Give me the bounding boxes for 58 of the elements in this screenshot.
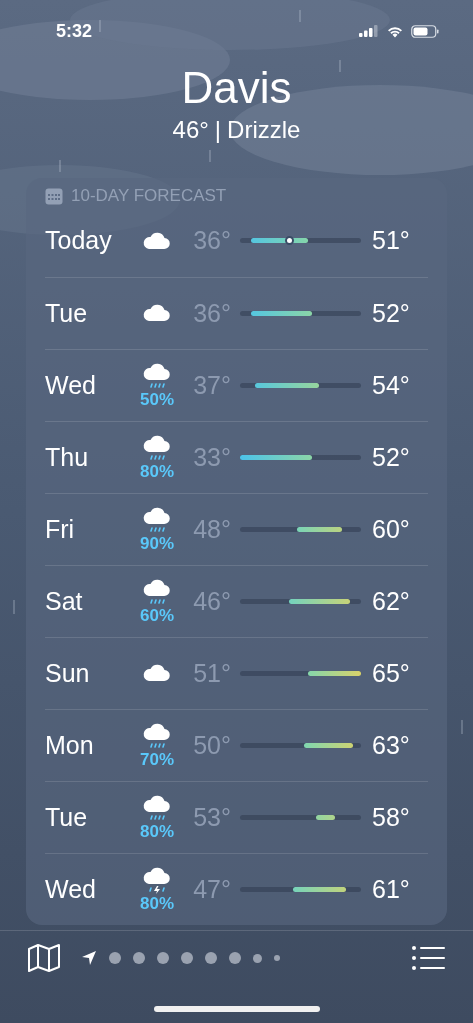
high-temperature: 58° (371, 802, 408, 832)
location-arrow-icon[interactable] (81, 950, 97, 967)
low-temperature: 46° (192, 586, 232, 616)
forecast-title: 10-DAY FORECAST (71, 186, 227, 205)
high-temperature: 63° (371, 730, 408, 760)
high-temperature: 54° (371, 370, 408, 400)
temperature-range-bar (292, 886, 346, 892)
day-label: Sat (45, 586, 84, 616)
high-temperature: 61° (371, 874, 408, 904)
signal-icon (359, 25, 379, 38)
precipitation-chance: 80% (140, 895, 174, 914)
day-label: Tue (45, 802, 89, 832)
precipitation-chance: 60% (140, 607, 174, 626)
temperature-range-bar (240, 454, 312, 460)
precipitation-chance: 80% (140, 463, 174, 482)
precipitation-chance: 80% (140, 823, 174, 842)
day-label: Wed (45, 370, 97, 400)
temperature-range-bar (296, 526, 343, 532)
temperature-range-bar (251, 310, 312, 316)
battery-icon (411, 24, 439, 38)
low-temperature: 48° (192, 514, 232, 544)
precipitation-chance: 90% (140, 535, 174, 554)
high-temperature: 62° (371, 586, 408, 616)
precipitation-chance: 70% (140, 751, 174, 770)
temperature-range-bar (304, 742, 354, 748)
temperature-range-bar (315, 814, 335, 820)
day-label: Today (45, 226, 113, 256)
page-dot[interactable] (274, 955, 280, 962)
wifi-icon (386, 24, 404, 38)
day-label: Mon (45, 730, 95, 760)
low-temperature: 50° (192, 730, 232, 760)
day-label: Fri (45, 514, 76, 544)
low-temperature: 33° (192, 442, 232, 472)
day-label: Thu (45, 442, 90, 472)
day-label: Sun (45, 658, 91, 688)
low-temperature: 36° (192, 298, 232, 328)
list-button[interactable] (411, 945, 445, 972)
status-time: 5:32 (56, 20, 93, 42)
high-temperature: 52° (371, 442, 408, 472)
precipitation-chance: 50% (140, 391, 174, 410)
current-conditions: 46° | Drizzle (172, 114, 301, 145)
temperature-range-bar (308, 670, 361, 676)
low-temperature: 37° (192, 370, 232, 400)
day-label: Tue (45, 298, 89, 328)
high-temperature: 51° (371, 226, 408, 256)
day-label: Wed (45, 874, 97, 904)
map-button[interactable] (27, 943, 61, 974)
high-temperature: 65° (371, 658, 408, 688)
low-temperature: 53° (192, 802, 232, 832)
high-temperature: 60° (371, 514, 408, 544)
high-temperature: 52° (371, 298, 408, 328)
temperature-range-bar (289, 598, 350, 604)
page-dot[interactable] (253, 953, 262, 963)
low-temperature: 47° (192, 874, 232, 904)
temperature-range-bar (251, 238, 309, 244)
city-name: Davis (181, 62, 292, 113)
temperature-range-bar (255, 382, 320, 388)
low-temperature: 51° (192, 658, 232, 688)
